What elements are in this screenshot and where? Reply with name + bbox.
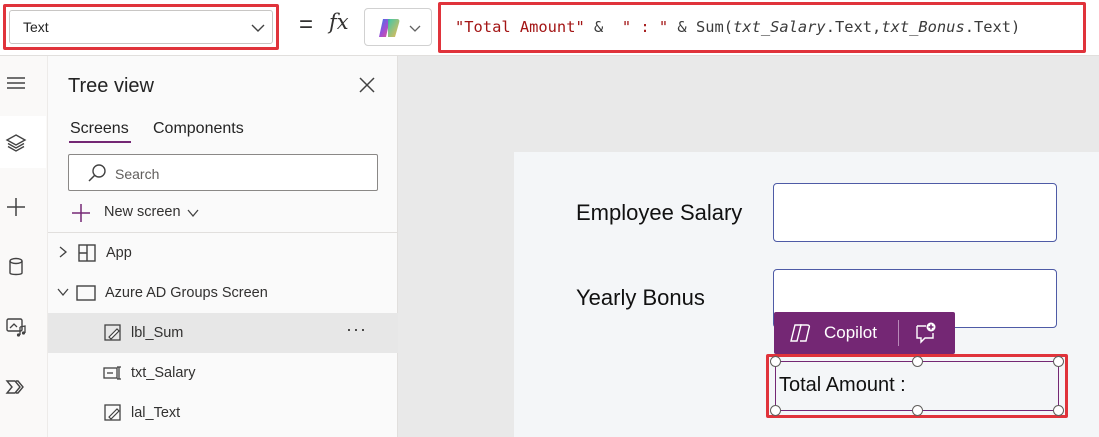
tree-node-txt-salary[interactable]: txt_Salary [48,353,398,393]
formula-bar: Text = fx "Total Amount" & " : " & Sum(t… [0,0,1099,56]
plus-icon [7,198,25,216]
plus-icon [72,204,90,222]
copilot-formula-button[interactable] [364,8,432,46]
resize-handle[interactable] [770,405,781,416]
search-input[interactable]: Search [68,154,378,191]
tree-node-screen[interactable]: Azure AD Groups Screen [48,273,398,313]
rail-insert-button[interactable] [0,180,46,232]
property-value: Text [23,19,49,35]
tree-node-lbl-sum[interactable]: lbl_Sum ··· [48,313,398,353]
app-screen: Employee Salary Yearly Bonus Copilot Tot… [514,152,1099,437]
app-icon [78,244,96,262]
chevron-right-icon[interactable] [56,245,70,259]
active-tab-indicator [69,141,131,143]
property-dropdown[interactable]: Text [9,10,273,44]
rail-automate-button[interactable] [0,360,46,412]
resize-handle[interactable] [1053,405,1064,416]
copilot-logo-icon [379,19,400,37]
divider [898,320,899,346]
rail-data-button[interactable] [0,240,46,292]
equals-sign: = [299,11,314,38]
chevron-down-icon [251,24,265,32]
formula-prop-2: .Text) [964,18,1021,36]
search-placeholder: Search [115,166,160,182]
layers-icon [5,134,27,152]
text-input-icon [103,366,121,380]
tree-node-label: Azure AD Groups Screen [105,285,268,301]
rail-media-button[interactable] [0,300,46,352]
add-comment-icon[interactable] [913,321,937,345]
formula-prop-1: .Text, [825,18,882,36]
flow-icon [5,380,24,394]
formula-string-2: " : " [621,18,669,36]
formula-operator-1: & [584,18,622,36]
copilot-toolbar: Copilot [774,312,955,354]
label-icon [104,404,121,421]
formula-highlight: "Total Amount" & " : " & Sum(txt_Salary.… [438,2,1086,53]
copilot-button[interactable]: Copilot [824,323,877,343]
resize-handle[interactable] [770,356,781,367]
formula-var-2: txt_Bonus [881,18,965,36]
tree-node-lal-text[interactable]: lal_Text [48,393,398,433]
formula-input[interactable]: "Total Amount" & " : " & Sum(txt_Salary.… [455,18,1020,36]
panel-title: Tree view [68,75,154,97]
design-canvas: Employee Salary Yearly Bonus Copilot Tot… [398,56,1099,437]
search-icon [88,164,106,182]
tree-node-app[interactable]: App [48,233,398,273]
copilot-icon[interactable] [789,322,811,344]
formula-operator-2: & Sum( [668,18,734,36]
resize-handle[interactable] [912,405,923,416]
resize-handle[interactable] [1053,356,1064,367]
database-icon [9,257,23,276]
formula-var-1: txt_Salary [733,18,826,36]
chevron-down-icon [409,25,421,32]
media-icon [6,318,26,337]
tree-view-panel: Tree view Screens Components Search New … [48,56,398,437]
rail-menu-button[interactable] [0,62,46,114]
tree-node-label: lbl_Sum [131,325,184,341]
rail-tree-view-button[interactable] [0,116,46,168]
more-options-button[interactable]: ··· [346,319,367,340]
tree-node-label: lal_Text [131,405,181,421]
chevron-down-icon[interactable] [56,285,70,299]
total-amount-label: Total Amount : [779,374,906,396]
tab-screens[interactable]: Screens [70,120,129,138]
lbl-sum-control[interactable]: Total Amount : [770,356,1064,416]
fx-icon: fx [329,10,349,34]
menu-icon [7,77,25,89]
salary-input[interactable] [773,183,1057,242]
tree-node-label: App [106,245,132,261]
resize-handle[interactable] [912,356,923,367]
screen-icon [76,285,96,301]
formula-string-1: "Total Amount" [455,18,585,36]
new-screen-label: New screen [104,204,181,220]
left-rail [0,56,48,437]
close-icon[interactable] [358,76,376,94]
yearly-bonus-label: Yearly Bonus [576,285,705,310]
property-highlight: Text [3,4,279,50]
tree-node-label: txt_Salary [131,365,196,381]
label-icon [104,324,121,341]
tab-components[interactable]: Components [153,120,244,138]
chevron-down-icon [187,209,199,218]
employee-salary-label: Employee Salary [576,200,743,225]
selection-highlight: Total Amount : [766,354,1068,418]
